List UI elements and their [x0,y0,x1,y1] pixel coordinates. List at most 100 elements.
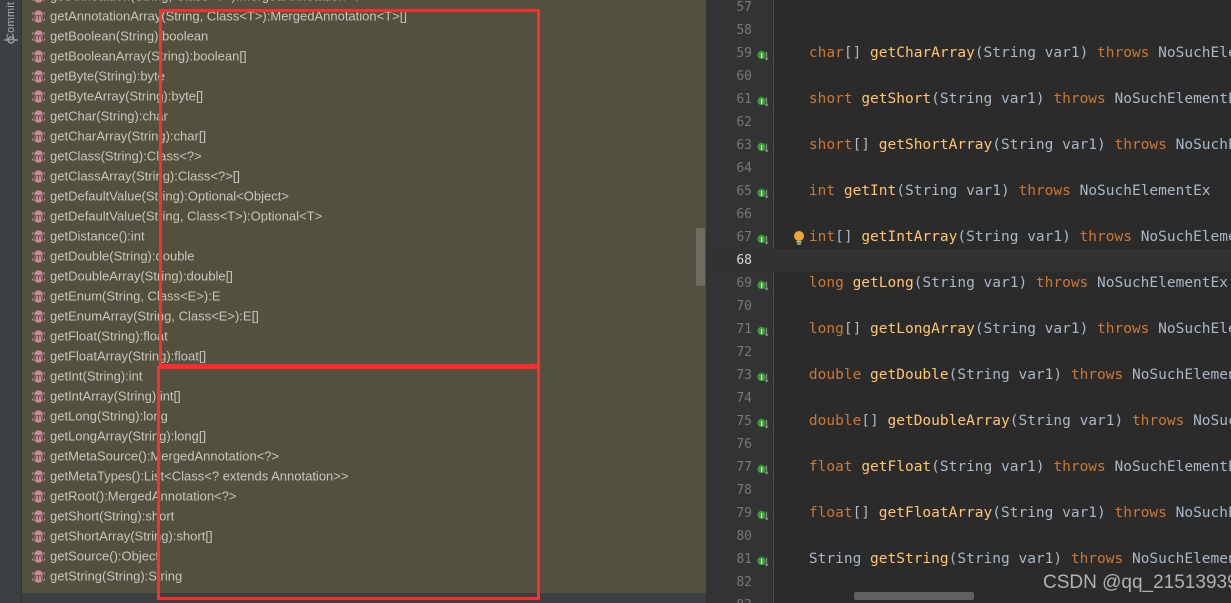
completion-list-item[interactable]: m getClassArray(String):Class<?>[] [22,166,706,186]
completion-list-item[interactable]: m getMetaSource():MergedAnnotation<?> [22,446,706,466]
implemented-method-icon[interactable]: I [757,93,770,107]
editor-line[interactable]: 69 I long getLong(String var1) throws No… [706,272,1231,295]
completion-list-item[interactable]: m getChar(String):char [22,106,706,126]
implemented-method-icon[interactable]: I [757,323,770,337]
completion-list-item[interactable]: m getIntArray(String):int[] [22,386,706,406]
line-number: 81 [736,552,752,567]
completion-list-item[interactable]: m getCharArray(String):char[] [22,126,706,146]
method-icon: m [31,269,46,283]
completion-item-label: getClass(String):Class<?> [50,148,202,164]
editor-line[interactable]: 70 [706,295,1231,318]
editor-line[interactable]: 74 [706,387,1231,410]
editor-line[interactable]: 76 [706,433,1231,456]
completion-list-item[interactable]: m getMetaTypes():List<Class<? extends An… [22,466,706,486]
editor-line[interactable]: 61 I short getShort(String var1) throws … [706,88,1231,111]
completion-list-item[interactable]: m getEnum(String, Class<E>):E [22,286,706,306]
completion-list-item[interactable]: m getBooleanArray(String):boolean[] [22,46,706,66]
completion-list-item[interactable]: m getSource():Object [22,546,706,566]
implemented-method-icon[interactable]: I [757,415,770,429]
editor-horizontal-scrollbar[interactable] [774,589,1231,603]
line-number: 73 [736,368,752,383]
completion-list-item[interactable]: m getDefaultValue(String):Optional<Objec… [22,186,706,206]
completion-list-item[interactable]: m getEnumArray(String, Class<E>):E[] [22,306,706,326]
popup-vertical-scrollbar[interactable] [696,0,706,593]
editor-line[interactable]: 80 [706,525,1231,548]
completion-list-item[interactable]: m getInt(String):int [22,366,706,386]
completion-item-label: getMetaSource():MergedAnnotation<?> [50,448,280,464]
implemented-method-icon[interactable]: I [757,139,770,153]
implemented-method-icon[interactable]: I [757,507,770,521]
editor-line[interactable]: 58 [706,19,1231,42]
completion-list-item[interactable]: m getLongArray(String):long[] [22,426,706,446]
method-icon: m [31,109,46,123]
svg-text:m: m [35,152,43,161]
completion-list-item[interactable]: m getShortArray(String):short[] [22,526,706,546]
editor-line[interactable]: 73 I double getDouble(String var1) throw… [706,364,1231,387]
editor-line[interactable]: 72 [706,341,1231,364]
code-text: float[] getFloatArray(String var1) throw… [808,505,1231,521]
completion-list-item[interactable]: m getByte(String):byte [22,66,706,86]
editor-line[interactable]: 77 I float getFloat(String var1) throws … [706,456,1231,479]
completion-list-item[interactable]: m getDoubleArray(String):double[] [22,266,706,286]
completion-list-item[interactable]: m getBoolean(String):boolean [22,26,706,46]
completion-item-label: getClassArray(String):Class<?>[] [50,168,241,184]
editor-line[interactable]: 66 [706,203,1231,226]
editor-line[interactable]: 79 I float[] getFloatArray(String var1) … [706,502,1231,525]
editor-line[interactable]: 64 [706,157,1231,180]
implemented-method-icon[interactable]: I [757,461,770,475]
completion-list-item[interactable]: m getByteArray(String):byte[] [22,86,706,106]
tool-window-label-commit[interactable]: Commit [0,2,22,72]
completion-list-item[interactable]: m getDistance():int [22,226,706,246]
editor-line[interactable]: 59 I char[] getCharArray(String var1) th… [706,42,1231,65]
editor-line[interactable]: 60 [706,65,1231,88]
completion-item-label: getMetaTypes():List<Class<? extends Anno… [50,468,349,484]
implemented-method-icon[interactable]: I [757,369,770,383]
implemented-method-icon[interactable]: I [757,47,770,61]
editor-line[interactable]: 67 I int[] getIntArray(String var1) thro… [706,226,1231,249]
editor-line[interactable]: 57 [706,0,1231,19]
svg-text:m: m [35,172,43,181]
editor-line[interactable]: 71 I long[] getLongArray(String var1) th… [706,318,1231,341]
svg-text:m: m [35,272,43,281]
completion-item-label: getEnumArray(String, Class<E>):E[] [50,308,259,324]
editor-hscrollbar-thumb[interactable] [854,592,974,600]
completion-item-label: getByte(String):byte [50,68,165,84]
completion-list[interactable]: m getAnnotation(String, Class<T>):Merged… [22,0,706,586]
completion-list-item[interactable]: m getClass(String):Class<?> [22,146,706,166]
implemented-method-icon[interactable]: I [757,553,770,567]
editor-line[interactable]: 62 [706,111,1231,134]
editor-line[interactable]: 63 I short[] getShortArray(String var1) … [706,134,1231,157]
completion-list-item[interactable]: m getDefaultValue(String, Class<T>):Opti… [22,206,706,226]
code-editor[interactable]: 57 58 59 I char[] getCharArray(String var1… [706,0,1231,603]
implemented-method-icon[interactable]: I [757,231,770,245]
completion-list-item[interactable]: m getString(String):String [22,566,706,586]
popup-scrollbar-thumb[interactable] [696,228,705,286]
svg-text:I: I [760,374,762,382]
completion-item-label: getLong(String):long [50,408,168,424]
editor-line[interactable]: 68 [706,249,1231,272]
editor-line[interactable]: 75 I double[] getDoubleArray(String var1… [706,410,1231,433]
completion-list-item[interactable]: m getFloatArray(String):float[] [22,346,706,366]
method-icon: m [31,69,46,83]
code-completion-popup[interactable]: m getAnnotation(String, Class<T>):Merged… [22,0,706,593]
svg-text:m: m [35,372,43,381]
completion-list-item[interactable]: m getLong(String):long [22,406,706,426]
implemented-method-icon[interactable]: I [757,185,770,199]
completion-list-item[interactable]: m getAnnotationArray(String, Class<T>):M… [22,6,706,26]
completion-list-item[interactable]: m getDouble(String):double [22,246,706,266]
editor-line[interactable]: 78 [706,479,1231,502]
left-tool-stripe: Commit [0,0,22,603]
editor-line[interactable]: 81 I String getString(String var1) throw… [706,548,1231,571]
completion-item-label: getBooleanArray(String):boolean[] [50,48,247,64]
editor-line[interactable]: 65 I int getInt(String var1) throws NoSu… [706,180,1231,203]
svg-text:m: m [35,292,43,301]
implemented-method-icon[interactable]: I [757,599,770,603]
completion-list-item[interactable]: m getRoot():MergedAnnotation<?> [22,486,706,506]
completion-list-item[interactable]: m getFloat(String):float [22,326,706,346]
svg-text:m: m [35,552,43,561]
implemented-method-icon[interactable]: I [757,277,770,291]
completion-item-label: getCharArray(String):char[] [50,128,207,144]
completion-item-label: getDoubleArray(String):double[] [50,268,233,284]
method-icon: m [31,409,46,423]
completion-list-item[interactable]: m getShort(String):short [22,506,706,526]
